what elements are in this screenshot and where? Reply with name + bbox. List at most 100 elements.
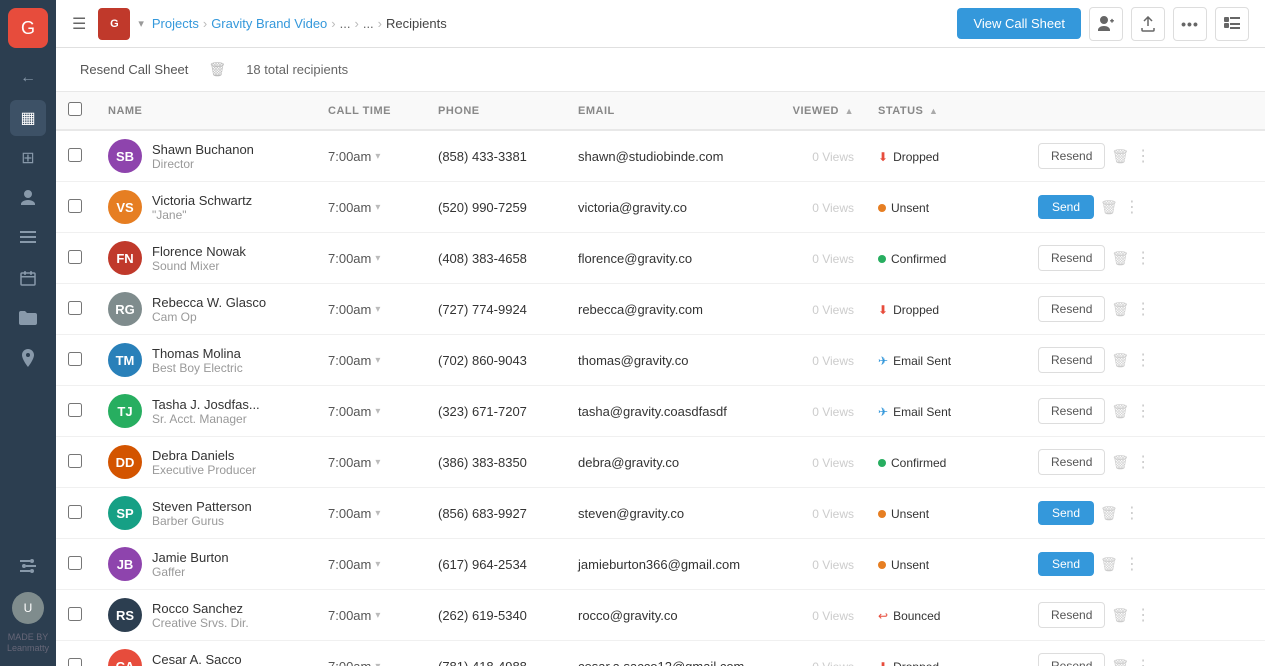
resend-button[interactable]: Resend: [1038, 296, 1105, 322]
export-button[interactable]: [1131, 7, 1165, 41]
expand-call-time[interactable]: ▾: [375, 559, 380, 570]
sidebar-users[interactable]: [10, 180, 46, 216]
row-checkbox[interactable]: [68, 556, 82, 570]
sidebar-layers[interactable]: ⊞: [10, 140, 46, 176]
person-name: Florence Nowak: [152, 244, 246, 259]
view-call-sheet-button[interactable]: View Call Sheet: [957, 8, 1081, 39]
sidebar-folder[interactable]: [10, 300, 46, 336]
more-options-button[interactable]: •••: [1173, 7, 1207, 41]
call-time: 7:00am: [328, 353, 371, 368]
breadcrumb-project[interactable]: Gravity Brand Video: [211, 16, 327, 31]
row-checkbox[interactable]: [68, 199, 82, 213]
row-actions: Resend 🗑 ⋮: [1038, 245, 1253, 271]
row-delete-icon[interactable]: 🗑: [1111, 148, 1129, 165]
send-button[interactable]: Send: [1038, 501, 1094, 525]
expand-call-time[interactable]: ▾: [375, 202, 380, 213]
email-cell: rebecca@gravity.com: [566, 284, 776, 335]
phone-cell: (323) 671-7207: [426, 386, 566, 437]
name-cell: SB Shawn Buchanon Director: [108, 139, 304, 173]
header-viewed[interactable]: VIEWED ▲: [776, 92, 866, 130]
avatar: TM: [108, 343, 142, 377]
row-more-icon[interactable]: ⋮: [1135, 401, 1151, 421]
header-call-time[interactable]: CALL TIME: [316, 92, 426, 130]
expand-call-time[interactable]: ▾: [375, 457, 380, 468]
expand-call-time[interactable]: ▾: [375, 304, 380, 315]
row-more-icon[interactable]: ⋮: [1135, 146, 1151, 166]
row-delete-icon[interactable]: 🗑: [1111, 454, 1129, 471]
row-checkbox[interactable]: [68, 352, 82, 366]
sidebar-back[interactable]: ←: [10, 60, 46, 96]
hamburger-menu[interactable]: ☰: [72, 14, 86, 34]
resend-button[interactable]: Resend: [1038, 653, 1105, 666]
add-user-button[interactable]: [1089, 7, 1123, 41]
row-checkbox[interactable]: [68, 301, 82, 315]
send-button[interactable]: Send: [1038, 195, 1094, 219]
views-count: 0 Views: [812, 201, 854, 215]
row-more-icon[interactable]: ⋮: [1124, 197, 1140, 217]
user-avatar-sidebar[interactable]: U: [12, 592, 44, 624]
row-delete-icon[interactable]: 🗑: [1100, 199, 1118, 216]
project-chevron[interactable]: ▾: [138, 17, 144, 30]
row-more-icon[interactable]: ⋮: [1135, 299, 1151, 319]
project-logo[interactable]: G: [98, 8, 130, 40]
row-delete-icon[interactable]: 🗑: [1111, 658, 1129, 666]
resend-button[interactable]: Resend: [1038, 347, 1105, 373]
expand-call-time[interactable]: ▾: [375, 508, 380, 519]
row-more-icon[interactable]: ⋮: [1135, 656, 1151, 666]
expand-call-time[interactable]: ▾: [375, 253, 380, 264]
select-all-checkbox[interactable]: [68, 102, 82, 116]
call-time: 7:00am: [328, 149, 371, 164]
row-more-icon[interactable]: ⋮: [1135, 248, 1151, 268]
row-checkbox[interactable]: [68, 454, 82, 468]
row-checkbox[interactable]: [68, 148, 82, 162]
email-sent-icon: ✈: [878, 354, 888, 368]
row-more-icon[interactable]: ⋮: [1135, 350, 1151, 370]
sidebar-calendar[interactable]: [10, 260, 46, 296]
expand-call-time[interactable]: ▾: [375, 355, 380, 366]
row-delete-icon[interactable]: 🗑: [1100, 556, 1118, 573]
resend-call-sheet-button[interactable]: Resend Call Sheet: [72, 58, 196, 81]
resend-button[interactable]: Resend: [1038, 602, 1105, 628]
resend-button[interactable]: Resend: [1038, 245, 1105, 271]
delete-icon[interactable]: 🗑: [208, 61, 226, 78]
resend-button[interactable]: Resend: [1038, 143, 1105, 169]
header-name[interactable]: NAME: [96, 92, 316, 130]
row-checkbox[interactable]: [68, 250, 82, 264]
breadcrumb-projects[interactable]: Projects: [152, 16, 199, 31]
resend-button[interactable]: Resend: [1038, 398, 1105, 424]
views-count: 0 Views: [812, 252, 854, 266]
row-checkbox[interactable]: [68, 505, 82, 519]
expand-call-time[interactable]: ▾: [375, 610, 380, 621]
row-checkbox[interactable]: [68, 658, 82, 666]
row-delete-icon[interactable]: 🗑: [1111, 607, 1129, 624]
row-more-icon[interactable]: ⋮: [1135, 452, 1151, 472]
send-button[interactable]: Send: [1038, 552, 1094, 576]
expand-call-time[interactable]: ▾: [375, 406, 380, 417]
call-time: 7:00am: [328, 302, 371, 317]
phone-cell: (262) 619-5340: [426, 590, 566, 641]
email-cell: debra@gravity.co: [566, 437, 776, 488]
view-toggle-button[interactable]: [1215, 7, 1249, 41]
row-checkbox[interactable]: [68, 403, 82, 417]
name-info: Shawn Buchanon Director: [152, 142, 254, 171]
row-more-icon[interactable]: ⋮: [1135, 605, 1151, 625]
sidebar-location[interactable]: [10, 340, 46, 376]
resend-button[interactable]: Resend: [1038, 449, 1105, 475]
sidebar-list[interactable]: [10, 220, 46, 256]
row-delete-icon[interactable]: 🗑: [1111, 352, 1129, 369]
sidebar-dashboard[interactable]: ▦: [10, 100, 46, 136]
header-status[interactable]: STATUS ▲: [866, 92, 1026, 130]
expand-call-time[interactable]: ▾: [375, 661, 380, 666]
row-checkbox[interactable]: [68, 607, 82, 621]
row-more-icon[interactable]: ⋮: [1124, 503, 1140, 523]
row-delete-icon[interactable]: 🗑: [1111, 250, 1129, 267]
expand-call-time[interactable]: ▾: [375, 151, 380, 162]
row-delete-icon[interactable]: 🗑: [1111, 301, 1129, 318]
sidebar-sliders[interactable]: [10, 548, 46, 584]
views-count: 0 Views: [812, 303, 854, 317]
row-more-icon[interactable]: ⋮: [1124, 554, 1140, 574]
status-label: Dropped: [893, 150, 939, 164]
row-delete-icon[interactable]: 🗑: [1100, 505, 1118, 522]
app-logo[interactable]: G: [8, 8, 48, 48]
row-delete-icon[interactable]: 🗑: [1111, 403, 1129, 420]
